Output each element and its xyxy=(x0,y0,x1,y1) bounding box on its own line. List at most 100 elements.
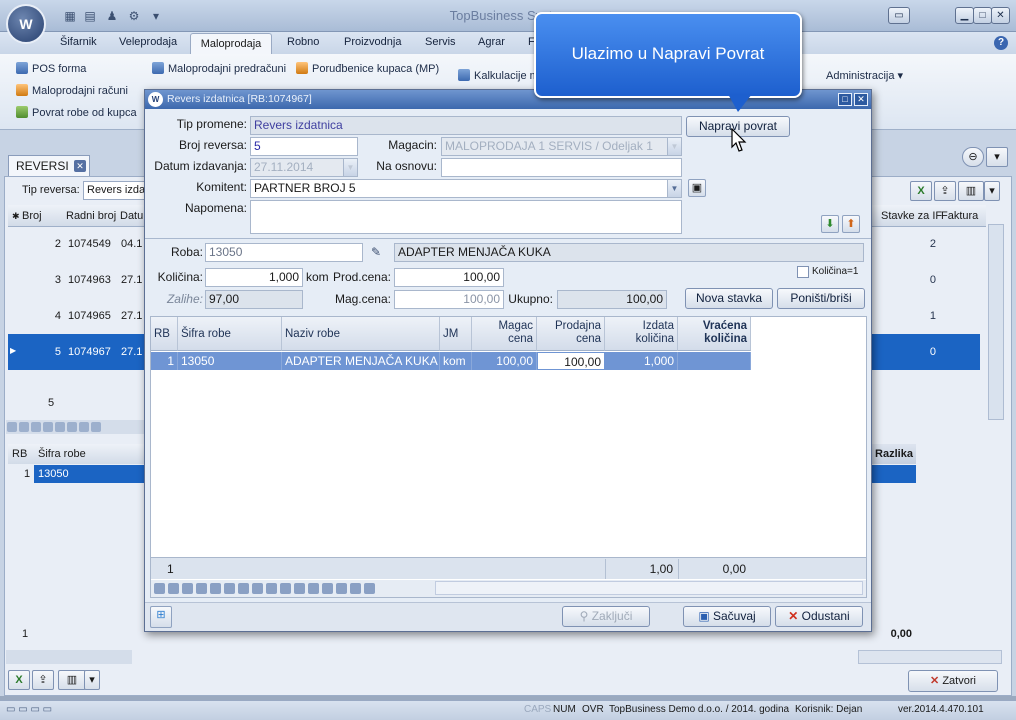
col-sifra-robe[interactable]: Šifra robe xyxy=(178,317,282,351)
chevron-down-icon[interactable]: ▼ xyxy=(667,180,681,197)
excel-icon[interactable]: X xyxy=(910,181,932,201)
menu-agrar[interactable]: Agrar xyxy=(478,36,505,48)
zakljuci-button[interactable]: ⚲ Zaključi xyxy=(562,606,650,627)
table-cell[interactable]: 27.1 xyxy=(121,298,142,334)
col-prodajna-cena[interactable]: Prodajna cena xyxy=(537,317,605,351)
close-icon[interactable]: ✕ xyxy=(74,160,86,172)
detail-rb[interactable]: 1 xyxy=(24,465,30,483)
ribbon-pos-forma[interactable]: POS forma xyxy=(16,62,86,75)
roba-code-input[interactable]: 13050 xyxy=(205,243,363,262)
col-izdata-kolicina[interactable]: Izdata količina xyxy=(605,317,678,351)
ribbon-kalkulacije[interactable]: Kalkulacije m xyxy=(458,69,539,82)
maximize-button[interactable]: □ xyxy=(973,7,992,24)
nav-goto-icon[interactable] xyxy=(336,583,347,594)
kolicina1-checkbox[interactable] xyxy=(797,266,809,278)
odustani-button[interactable]: ✕ Odustani xyxy=(775,606,863,627)
vertical-scrollbar[interactable] xyxy=(988,224,1004,420)
col-vracena-kolicina[interactable]: Vraćena količina xyxy=(678,317,751,351)
chevron-down-icon[interactable]: ▾ xyxy=(986,147,1008,167)
bg-col-broj[interactable]: Broj xyxy=(22,205,42,227)
table-cell[interactable]: 1074963 xyxy=(68,262,111,298)
table-cell[interactable]: kom xyxy=(440,352,472,370)
table-cell[interactable]: 1074549 xyxy=(68,226,111,262)
detail-row[interactable]: 13050 xyxy=(34,465,144,483)
calculator-icon[interactable]: ▤ xyxy=(82,8,98,24)
table-cell[interactable]: 1,000 xyxy=(605,352,678,370)
nav-prev-page-icon[interactable] xyxy=(168,583,179,594)
layout-icons[interactable]: ▭ ▭ ▭ ▭ xyxy=(6,704,96,715)
dropdown-arrow-icon[interactable]: ▾ xyxy=(148,8,164,24)
table-cell[interactable]: 0 xyxy=(880,262,936,298)
table-cell[interactable]: 27.1 xyxy=(121,262,142,298)
table-cell[interactable]: 1 xyxy=(880,298,936,334)
nav-next-icon[interactable] xyxy=(196,583,207,594)
table-cell[interactable]: 0 xyxy=(880,334,936,370)
table-cell[interactable]: 100,00 xyxy=(472,352,537,370)
napomena-textarea[interactable] xyxy=(250,200,682,234)
nav-delete-icon[interactable] xyxy=(252,583,263,594)
col-magac-cena[interactable]: Magac cena xyxy=(472,317,537,351)
ribbon-maloprodajni-predracuni[interactable]: Maloprodajni predračuni xyxy=(152,62,286,75)
table-cell[interactable] xyxy=(678,352,751,370)
col-rb[interactable]: RB xyxy=(151,317,178,351)
nav-edit-icon[interactable] xyxy=(266,583,277,594)
ribbon-administracija[interactable]: Administracija ▾ xyxy=(826,69,903,82)
bg-col-radni-broj[interactable]: Radni broj xyxy=(66,205,116,227)
table-cell[interactable]: 2 xyxy=(880,226,936,262)
detail-col-rb[interactable]: RB xyxy=(12,444,27,464)
nav-prev-icon[interactable] xyxy=(31,422,41,432)
kolicina-input[interactable]: 1,000 xyxy=(205,268,303,287)
table-row[interactable]: 4 xyxy=(40,298,64,334)
nav-add-icon[interactable] xyxy=(238,583,249,594)
nav-prev-page-icon[interactable] xyxy=(19,422,29,432)
broj-reversa-input[interactable]: 5 xyxy=(250,137,358,156)
nav-delete-icon[interactable] xyxy=(91,422,101,432)
nav-last-icon[interactable] xyxy=(224,583,235,594)
bg-col-stavke[interactable]: Stavke za IF xyxy=(881,205,942,227)
print-icon[interactable]: ▥ xyxy=(958,181,984,201)
nova-stavka-button[interactable]: Nova stavka xyxy=(685,288,773,309)
tools-icon[interactable]: ⚙ xyxy=(126,8,142,24)
excel-icon[interactable]: X xyxy=(8,670,30,690)
nav-clear-icon[interactable] xyxy=(350,583,361,594)
nav-filter-icon[interactable] xyxy=(364,583,375,594)
nav-first-icon[interactable] xyxy=(154,583,165,594)
horizontal-scrollbar[interactable] xyxy=(858,650,1002,664)
nav-cancel-icon[interactable] xyxy=(294,583,305,594)
table-cell[interactable]: 1074967 xyxy=(68,334,111,370)
nav-next-page-icon[interactable] xyxy=(55,422,65,432)
table-row[interactable]: 2 xyxy=(40,226,64,262)
table-cell-editing[interactable]: 100,00 xyxy=(537,352,605,370)
zatvori-button[interactable]: ✕ Zatvori xyxy=(908,670,998,692)
nav-refresh-icon[interactable] xyxy=(308,583,319,594)
table-row[interactable]: 5 xyxy=(40,334,64,370)
magacin-select[interactable]: MALOPRODAJA 1 SERVIS / Odeljak 1 xyxy=(441,137,682,156)
nav-add-icon[interactable] xyxy=(79,422,89,432)
table-row[interactable]: 1 xyxy=(151,352,178,370)
arrow-down-icon[interactable]: ⬇ xyxy=(821,215,839,233)
nav-bookmark-icon[interactable] xyxy=(322,583,333,594)
chevron-down-icon[interactable]: ▼ xyxy=(667,138,681,155)
col-naziv-robe[interactable]: Naziv robe xyxy=(282,317,440,351)
edit-search-icon[interactable]: ✎ xyxy=(371,245,381,259)
komitent-select[interactable]: PARTNER BROJ 5 xyxy=(250,179,682,198)
table-row[interactable]: 3 xyxy=(40,262,64,298)
ribbon-povrat-robe[interactable]: Povrat robe od kupca xyxy=(16,106,137,119)
app-logo-icon[interactable]: W xyxy=(6,4,46,44)
chevron-down-icon[interactable]: ▾ xyxy=(84,670,100,690)
col-jm[interactable]: JM xyxy=(440,317,472,351)
grid-horizontal-scrollbar[interactable] xyxy=(435,581,863,595)
menu-maloprodaja[interactable]: Maloprodaja xyxy=(190,33,272,55)
filter-select[interactable]: Revers izda xyxy=(83,181,147,200)
prod-cena-input[interactable]: 100,00 xyxy=(394,268,504,287)
grid-icon[interactable]: ▦ xyxy=(62,8,78,24)
na-osnovu-input[interactable] xyxy=(441,158,682,177)
table-cell[interactable]: ADAPTER MENJAČA KUKA xyxy=(282,352,440,370)
minimize-button[interactable]: ▁ xyxy=(955,7,974,24)
menu-veleprodaja[interactable]: Veleprodaja xyxy=(119,36,177,48)
nav-next-icon[interactable] xyxy=(43,422,53,432)
add-document-icon[interactable]: ⊞ xyxy=(150,606,172,628)
nav-first-icon[interactable] xyxy=(7,422,17,432)
restore-icon[interactable]: ▭ xyxy=(888,7,910,24)
detail-col-razlika[interactable]: Razlika xyxy=(872,444,916,464)
